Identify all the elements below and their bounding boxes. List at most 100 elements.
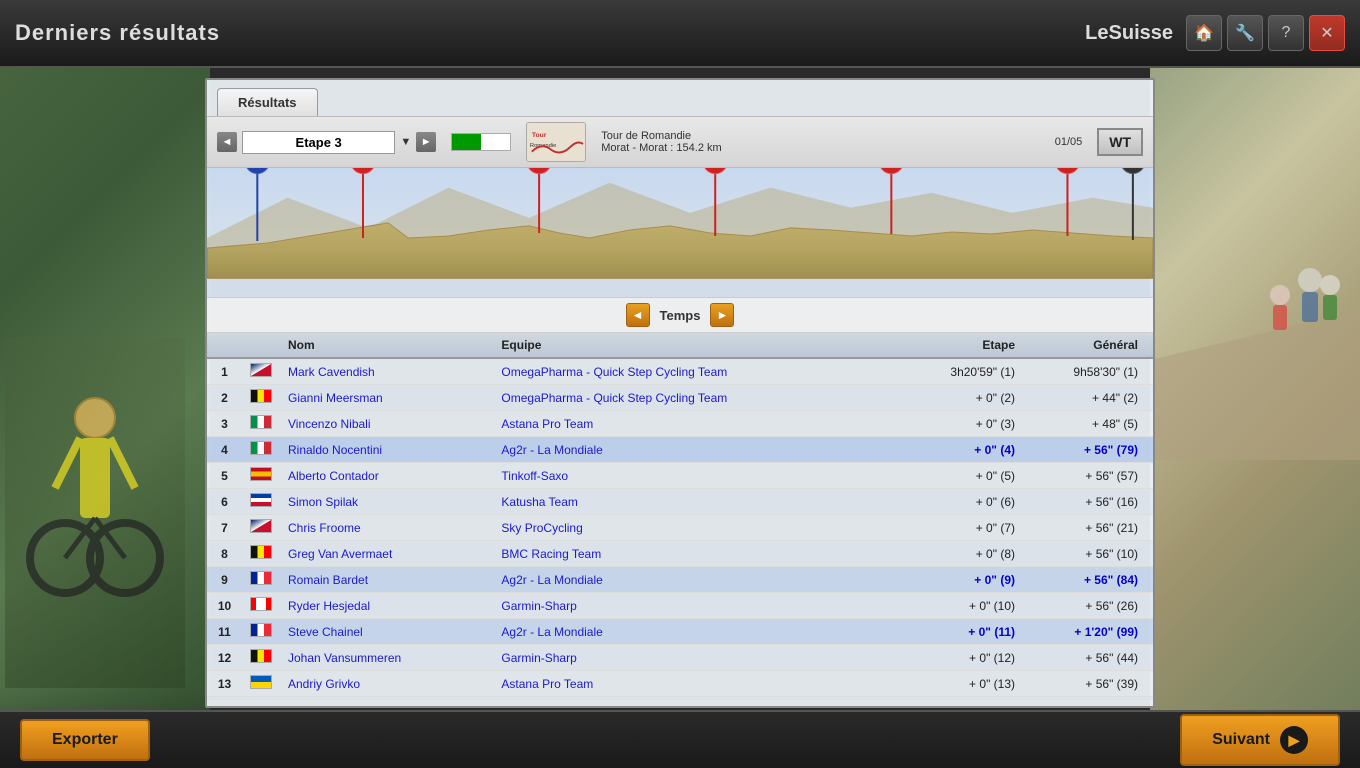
cell-stage: + 0" (12) — [893, 645, 1023, 671]
cell-name[interactable]: Rinaldo Nocentini — [280, 437, 493, 463]
cell-team[interactable]: OmegaPharma - Quick Step Cycling Team — [493, 358, 893, 385]
tab-bar: Résultats — [207, 80, 1153, 116]
cell-team[interactable]: Astana Pro Team — [493, 671, 893, 697]
table-row: 8 Greg Van Avermaet BMC Racing Team + 0"… — [207, 541, 1153, 567]
cell-team[interactable]: Tinkoff-Saxo — [493, 463, 893, 489]
cell-stage: + 0" (13) — [893, 671, 1023, 697]
cell-general: + 56" (39) — [1023, 671, 1153, 697]
cell-general: + 44" (2) — [1023, 385, 1153, 411]
cell-pos: 2 — [207, 385, 242, 411]
time-nav: ◄ Temps ► — [207, 298, 1153, 333]
cell-name[interactable]: Vincenzo Nibali — [280, 411, 493, 437]
race-details: Tour de Romandie Morat - Morat : 154.2 k… — [601, 130, 1039, 154]
cell-team[interactable]: Ag2r - La Mondiale — [493, 437, 893, 463]
cell-general: + 56" (79) — [1023, 437, 1153, 463]
help-button[interactable]: ? — [1268, 15, 1304, 51]
svg-text:✕: ✕ — [1128, 168, 1137, 169]
svg-text:Tour: Tour — [532, 132, 547, 139]
cell-stage: + 0" (8) — [893, 541, 1023, 567]
prev-stage-button[interactable]: ◄ — [217, 132, 237, 152]
col-name: Nom — [280, 333, 493, 358]
cell-name[interactable]: Arthur Vichot — [280, 697, 493, 701]
svg-text:4: 4 — [888, 168, 895, 169]
cell-name[interactable]: Mark Cavendish — [280, 358, 493, 385]
cell-general: + 56" (44) — [1023, 645, 1153, 671]
next-button[interactable]: Suivant ▶ — [1180, 714, 1340, 766]
race-route: Morat - Morat : 154.2 km — [601, 142, 1039, 154]
cell-pos: 10 — [207, 593, 242, 619]
cell-stage: + 0" (14) — [893, 697, 1023, 701]
race-date: 01/05 — [1055, 136, 1083, 148]
cell-flag — [242, 463, 280, 489]
cell-general: + 56" (10) — [1023, 541, 1153, 567]
cell-name[interactable]: Greg Van Avermaet — [280, 541, 493, 567]
cell-general: + 56" (57) — [1023, 463, 1153, 489]
cell-name[interactable]: Steve Chainel — [280, 619, 493, 645]
cell-team[interactable]: Ag2r - La Mondiale — [493, 619, 893, 645]
race-name: Tour de Romandie — [601, 130, 1039, 142]
next-stage-button[interactable]: ► — [416, 132, 436, 152]
cell-flag — [242, 645, 280, 671]
results-container[interactable]: Nom Equipe Etape Général 1 Mark Cavendis… — [207, 333, 1153, 700]
export-button[interactable]: Exporter — [20, 719, 150, 761]
cell-team[interactable]: Garmin-Sharp — [493, 645, 893, 671]
time-label: Temps — [660, 308, 701, 323]
cell-name[interactable]: Ryder Hesjedal — [280, 593, 493, 619]
table-row: 3 Vincenzo Nibali Astana Pro Team + 0" (… — [207, 411, 1153, 437]
settings-button[interactable]: 🔧 — [1227, 15, 1263, 51]
cell-team[interactable]: BMC Racing Team — [493, 541, 893, 567]
cell-general: + 48" (5) — [1023, 411, 1153, 437]
cell-flag — [242, 697, 280, 701]
table-row: 13 Andriy Grivko Astana Pro Team + 0" (1… — [207, 671, 1153, 697]
background-right — [1150, 0, 1360, 768]
cell-pos: 3 — [207, 411, 242, 437]
cell-team[interactable]: Katusha Team — [493, 489, 893, 515]
cell-name[interactable]: Andriy Grivko — [280, 671, 493, 697]
cell-team[interactable]: Garmin-Sharp — [493, 593, 893, 619]
cell-flag — [242, 385, 280, 411]
cell-flag — [242, 489, 280, 515]
cell-name[interactable]: Chris Froome — [280, 515, 493, 541]
header-title: Derniers résultats — [15, 20, 220, 46]
cell-name[interactable]: Alberto Contador — [280, 463, 493, 489]
cell-flag — [242, 671, 280, 697]
wt-badge: WT — [1097, 128, 1143, 156]
col-team: Equipe — [493, 333, 893, 358]
time-next-button[interactable]: ► — [710, 303, 734, 327]
time-prev-button[interactable]: ◄ — [626, 303, 650, 327]
table-row: 14 Arthur Vichot FDJ.fr + 0" (14) + 56" … — [207, 697, 1153, 701]
cell-team[interactable]: Astana Pro Team — [493, 411, 893, 437]
cell-pos: 5 — [207, 463, 242, 489]
cell-team[interactable]: OmegaPharma - Quick Step Cycling Team — [493, 385, 893, 411]
cell-flag — [242, 541, 280, 567]
table-row: 11 Steve Chainel Ag2r - La Mondiale + 0"… — [207, 619, 1153, 645]
cell-name[interactable]: Simon Spilak — [280, 489, 493, 515]
cell-flag — [242, 619, 280, 645]
cell-team[interactable]: Ag2r - La Mondiale — [493, 567, 893, 593]
stage-select[interactable]: Etape 3 — [242, 131, 395, 154]
cell-name[interactable]: Gianni Meersman — [280, 385, 493, 411]
close-button[interactable]: ✕ — [1309, 15, 1345, 51]
tab-results[interactable]: Résultats — [217, 88, 318, 116]
cell-name[interactable]: Johan Vansummeren — [280, 645, 493, 671]
cell-stage: + 0" (11) — [893, 619, 1023, 645]
main-panel: Résultats ◄ Etape 3 ▼ ► Tour Romandie To… — [205, 78, 1155, 708]
cell-stage: + 0" (10) — [893, 593, 1023, 619]
cell-team[interactable]: FDJ.fr — [493, 697, 893, 701]
cell-stage: + 0" (2) — [893, 385, 1023, 411]
cell-pos: 14 — [207, 697, 242, 701]
cell-pos: 7 — [207, 515, 242, 541]
cell-team[interactable]: Sky ProCycling — [493, 515, 893, 541]
home-button[interactable]: 🏠 — [1186, 15, 1222, 51]
cell-general: + 56" (84) — [1023, 567, 1153, 593]
svg-text:4: 4 — [360, 168, 367, 169]
cell-stage: 3h20'59" (1) — [893, 358, 1023, 385]
cell-pos: 9 — [207, 567, 242, 593]
cell-pos: 11 — [207, 619, 242, 645]
cell-general: + 56" (21) — [1023, 515, 1153, 541]
cell-stage: + 0" (4) — [893, 437, 1023, 463]
cell-name[interactable]: Romain Bardet — [280, 567, 493, 593]
cell-flag — [242, 593, 280, 619]
col-general: Général — [1023, 333, 1153, 358]
table-row: 6 Simon Spilak Katusha Team + 0" (6) + 5… — [207, 489, 1153, 515]
